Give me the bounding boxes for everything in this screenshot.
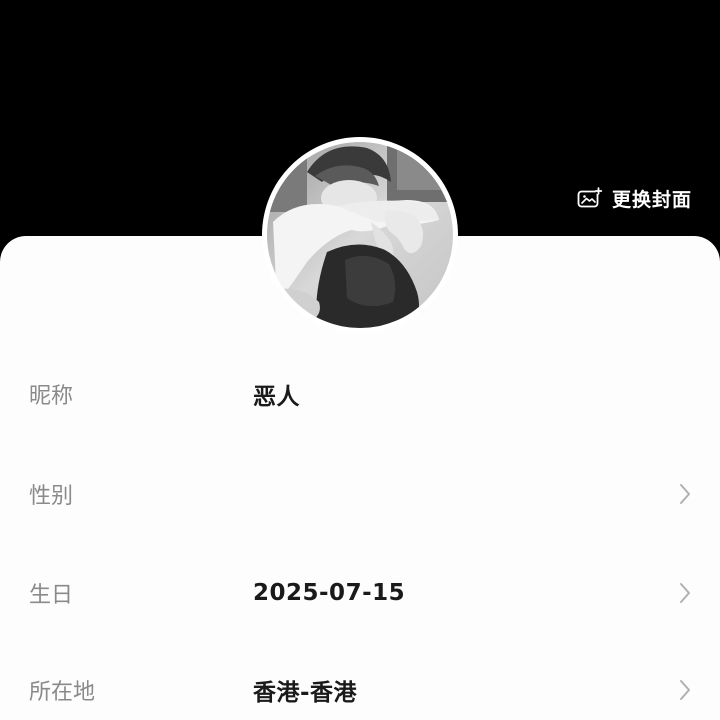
image-add-icon <box>577 187 603 208</box>
field-label-birthday: 生日 <box>29 583 74 608</box>
field-row-gender[interactable]: 性别 <box>0 464 720 524</box>
field-label-nickname: 昵称 <box>29 384 74 409</box>
chevron-right-icon <box>680 484 690 504</box>
change-cover-label: 更换封面 <box>611 188 692 211</box>
field-value-birthday: 2025-07-15 <box>253 580 406 606</box>
field-value-location: 香港-香港 <box>253 680 358 706</box>
change-cover-button[interactable]: 更换封面 <box>577 184 692 212</box>
field-label-location: 所在地 <box>29 680 96 705</box>
field-row-nickname[interactable]: 昵称 恶人 <box>0 364 720 424</box>
avatar-photo <box>267 142 453 328</box>
field-label-gender: 性别 <box>29 484 74 509</box>
field-row-birthday[interactable]: 生日 2025-07-15 <box>0 563 720 623</box>
avatar[interactable] <box>262 137 458 333</box>
field-row-location[interactable]: 所在地 香港-香港 <box>0 660 720 720</box>
chevron-right-icon <box>680 583 690 603</box>
chevron-right-icon <box>680 680 690 700</box>
field-value-nickname: 恶人 <box>253 384 300 410</box>
profile-edit-screen: 更换封面 昵称 恶人 性别 生日 2025-07-15 所在地 香港-香港 <box>0 0 720 720</box>
